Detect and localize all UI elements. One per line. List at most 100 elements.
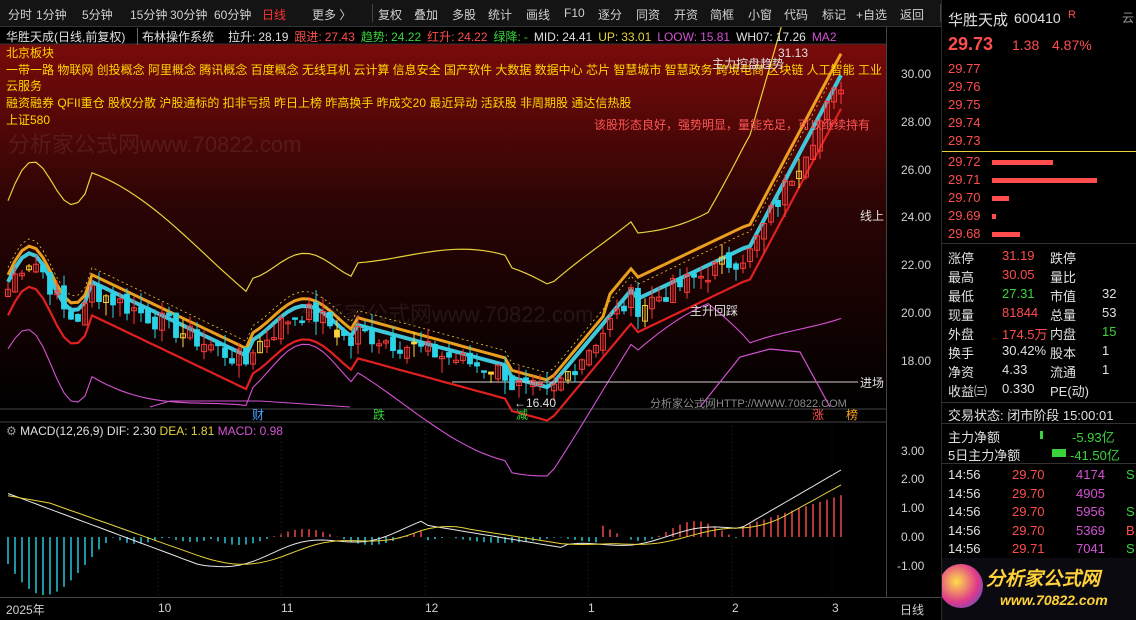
- indicator-label: 红升:: [427, 30, 455, 44]
- tool-button-10[interactable]: 小窗: [748, 6, 772, 23]
- tool-button-2[interactable]: 多股: [452, 6, 476, 23]
- indicator-label: MA2: [811, 30, 837, 44]
- candle-body: [152, 316, 158, 330]
- ask-price[interactable]: 29.77: [948, 61, 981, 76]
- date-tick-label: 10: [158, 601, 172, 615]
- dif-value: 2.30: [132, 424, 157, 438]
- ask-price[interactable]: 29.76: [948, 79, 981, 94]
- period-tab-3[interactable]: 15分钟: [130, 6, 167, 23]
- period-tab-6[interactable]: 日线: [262, 6, 286, 23]
- book-divider: [942, 151, 1136, 152]
- period-tab-1[interactable]: 1分钟: [36, 6, 67, 23]
- stat-key: 收益㈢: [948, 384, 988, 399]
- indicator-value: 24.41: [562, 30, 593, 44]
- candle-body: [677, 278, 683, 288]
- candle-body: [348, 337, 354, 346]
- period-tab-0[interactable]: 分时: [8, 6, 32, 23]
- candle-body: [488, 371, 494, 375]
- tool-button-4[interactable]: 画线: [526, 6, 550, 23]
- bid-price[interactable]: 29.69: [948, 208, 981, 223]
- flow-key: 主力净额: [948, 430, 1001, 445]
- period-tab-4[interactable]: 30分钟: [170, 6, 207, 23]
- date-tick-label: 2: [732, 601, 739, 615]
- tool-button-8[interactable]: 开资: [674, 6, 698, 23]
- indicator-label: 绿降:: [493, 30, 521, 44]
- indicator-value: 33.01: [621, 30, 652, 44]
- flow-divider: [942, 423, 1136, 424]
- ask-price[interactable]: 29.75: [948, 97, 981, 112]
- macd-gear-icon[interactable]: ⚙: [6, 424, 17, 438]
- tick-price: 29.70: [1012, 522, 1045, 538]
- candle-body: [75, 313, 81, 322]
- tick-price: 29.70: [1012, 485, 1045, 501]
- tool-button-3[interactable]: 统计: [488, 6, 512, 23]
- brand-url: www.70822.com: [1000, 592, 1108, 608]
- concepts-line2: 云服务: [6, 79, 43, 93]
- tick-price: 29.70: [1012, 467, 1045, 482]
- quote-panel: 华胜天成 600410 R 云 29.73 1.38 4.87% 29.77 29…: [941, 0, 1136, 620]
- candle-body: [544, 385, 550, 388]
- candle-body: [145, 308, 151, 324]
- price-tick-label: 24.00: [901, 210, 932, 224]
- event-tag-rise[interactable]: 涨: [812, 407, 824, 423]
- ask-price[interactable]: 29.74: [948, 115, 981, 130]
- candle-body: [341, 330, 347, 336]
- event-tag-list[interactable]: 榜: [846, 407, 858, 423]
- event-tag-reduce[interactable]: 减: [516, 407, 528, 423]
- stat-value-2: 15: [1102, 324, 1117, 339]
- dea-label: DEA:: [159, 424, 188, 438]
- tool-button-14[interactable]: 返回: [900, 6, 924, 23]
- candle-body: [502, 365, 508, 381]
- candle-body: [726, 252, 732, 268]
- line-up-label: 线上: [860, 209, 885, 223]
- period-tab-7[interactable]: 更多 〉: [312, 6, 351, 23]
- stat-key: 涨停: [948, 251, 975, 266]
- trend-note: 主力控盘趋势: [712, 57, 785, 71]
- tick-side: S: [1126, 504, 1135, 519]
- stat-value: 31.19: [1002, 248, 1035, 263]
- period-tab-5[interactable]: 60分钟: [214, 6, 251, 23]
- tool-button-13[interactable]: +自选: [856, 6, 887, 23]
- side-tab[interactable]: 云: [1122, 9, 1134, 26]
- tick-side: B: [1126, 522, 1135, 538]
- brand-name: 分析家公式网: [986, 569, 1101, 590]
- stat-key: 最低: [948, 289, 975, 304]
- tool-button-7[interactable]: 同资: [636, 6, 660, 23]
- period-indicator[interactable]: 日线: [900, 601, 924, 618]
- dea-value: 1.81: [190, 424, 215, 438]
- tick-time: 14:56: [948, 522, 981, 538]
- event-tag-earnings[interactable]: 财: [252, 407, 264, 423]
- tool-button-5[interactable]: F10: [564, 6, 585, 20]
- analysis-comment: 该股形态良好，强势明显，量能充足，可以继续持有: [594, 118, 871, 132]
- candle-body: [110, 293, 116, 306]
- stat-value-2: 1: [1102, 362, 1110, 377]
- concepts-line3: 融资融券 QFII重仓 股权分散 沪股通标的 扣非亏损 昨日上榜 昨高换手 昨成…: [6, 96, 632, 110]
- ask-price[interactable]: 29.73: [948, 133, 981, 148]
- candle-body: [635, 287, 641, 317]
- tool-button-12[interactable]: 标记: [822, 6, 846, 23]
- stock-name: 华胜天成: [948, 12, 1009, 29]
- event-tag-drop[interactable]: 跌: [373, 407, 385, 423]
- flow-bar: [1040, 431, 1043, 439]
- dif-label: DIF:: [106, 424, 130, 438]
- indicator-label: UP:: [598, 30, 619, 44]
- candle-body: [621, 305, 627, 312]
- candle-body: [166, 312, 172, 317]
- price-tick-label: 20.00: [901, 306, 932, 320]
- candle-body: [474, 362, 480, 367]
- flow-value: -41.50亿: [1070, 448, 1120, 463]
- candle-body: [775, 200, 781, 207]
- tool-button-1[interactable]: 叠加: [414, 6, 438, 23]
- tool-button-0[interactable]: 复权: [378, 6, 402, 23]
- period-tab-2[interactable]: 5分钟: [82, 6, 113, 23]
- tool-button-6[interactable]: 逐分: [598, 6, 622, 23]
- toolbar-separator: [372, 4, 373, 22]
- candle-body: [292, 317, 298, 320]
- bid-price[interactable]: 29.71: [948, 172, 981, 187]
- bid-price[interactable]: 29.72: [948, 154, 981, 169]
- tool-button-9[interactable]: 简框: [710, 6, 734, 23]
- bid-price[interactable]: 29.68: [948, 226, 981, 241]
- tool-button-11[interactable]: 代码: [784, 6, 808, 23]
- kline-chart-area[interactable]: 华胜天成(日线,前复权) 布林操作系统 拉升: 28.19 跟进: 27.43 趋势: 2…: [0, 27, 886, 597]
- bid-price[interactable]: 29.70: [948, 190, 981, 205]
